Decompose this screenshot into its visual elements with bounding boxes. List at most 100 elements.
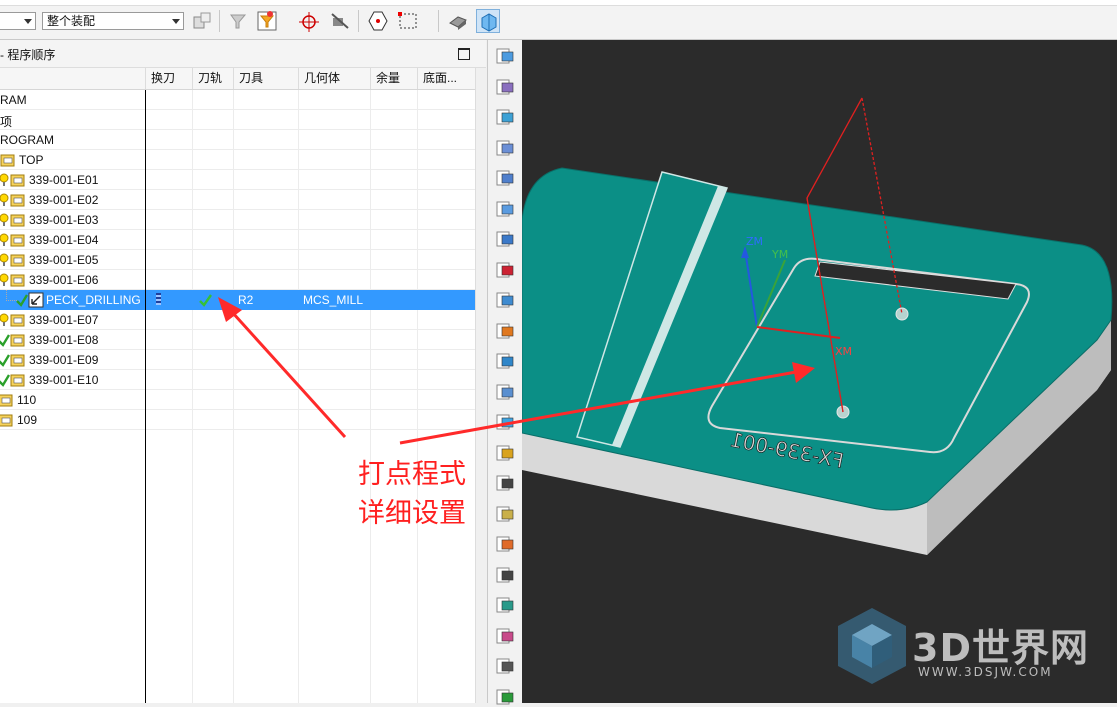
render-mode-icon[interactable] [476, 9, 500, 33]
row-name: PECK_DRILLING [46, 293, 141, 307]
create-program-icon[interactable] [495, 46, 515, 66]
column-tool[interactable]: 刀具 [233, 68, 298, 89]
assembly-scope-combo[interactable]: 整个装配 [42, 12, 184, 30]
selection-box-icon[interactable] [396, 9, 420, 33]
edit-icon[interactable] [495, 290, 515, 310]
program-folder-icon [10, 334, 25, 347]
create-tool-icon[interactable] [495, 77, 515, 97]
operation-row-selected[interactable]: PECK_DRILLING R2 MCS_MILL [0, 290, 475, 310]
tree-row[interactable]: 339-001-E01 [0, 170, 475, 190]
tree-row[interactable]: 339-001-E03 [0, 210, 475, 230]
drill-operation-icon [28, 292, 44, 308]
watermark-text: 3D世界网 [912, 626, 1089, 670]
tree-row[interactable]: 339-001-E04 [0, 230, 475, 250]
list-icon[interactable] [495, 626, 515, 646]
row-name: RAM [0, 93, 27, 107]
tool-path-icon[interactable] [495, 229, 515, 249]
grid-icon[interactable] [495, 412, 515, 432]
toolbar-separator [358, 10, 359, 32]
tree-row[interactable]: 项 [0, 110, 475, 130]
tree-row[interactable]: 339-001-E06 [0, 270, 475, 290]
row-name: 339-001-E09 [29, 353, 99, 367]
view-icon[interactable] [328, 9, 352, 33]
axis-x-label: XM [835, 345, 852, 358]
tree-row[interactable]: 109 [0, 410, 475, 430]
watermark-logo-icon [838, 608, 906, 684]
chevron-down-icon [172, 19, 180, 24]
row-name: 339-001-E05 [29, 253, 99, 267]
mold-icon[interactable] [495, 595, 515, 615]
column-tool-change[interactable]: 换刀 [145, 68, 192, 89]
text-icon[interactable] [495, 473, 515, 493]
row-name: 339-001-E02 [29, 193, 99, 207]
page-icon[interactable] [495, 565, 515, 585]
tree-column-divider [145, 90, 146, 703]
tree-row[interactable]: 110 [0, 390, 475, 410]
assembly-icon[interactable] [190, 9, 214, 33]
toolbar-separator [438, 10, 439, 32]
shop-doc-icon[interactable] [495, 382, 515, 402]
part-model: FX-339-001 ZM YM XM [522, 97, 1113, 555]
printer-icon[interactable] [495, 656, 515, 676]
vertical-scrollbar[interactable] [475, 68, 487, 703]
program-folder-icon [0, 414, 13, 427]
annotation-callout: 打点程式 详细设置 [358, 455, 466, 533]
create-method-icon[interactable] [495, 138, 515, 158]
assembly-scope-value: 整个装配 [47, 14, 96, 28]
column-floor[interactable]: 底面... [417, 68, 475, 89]
row-name: 109 [17, 413, 38, 427]
graphics-viewport[interactable]: FX-339-001 ZM YM XM [522, 40, 1117, 703]
tree-row[interactable]: 339-001-E08 [0, 330, 475, 350]
tree-row[interactable]: ROGRAM [0, 130, 475, 150]
tree-row[interactable]: TOP [0, 150, 475, 170]
column-stock[interactable]: 余量 [370, 68, 417, 89]
program-folder-icon [0, 394, 13, 407]
point-icon[interactable] [366, 9, 390, 33]
shade-icon[interactable] [446, 9, 470, 33]
filter-icon[interactable] [255, 9, 279, 33]
pencil-icon[interactable] [495, 504, 515, 524]
main-toolbar: 整个装配 [0, 0, 1117, 40]
row-name: 339-001-E06 [29, 273, 99, 287]
copy-icon[interactable] [495, 199, 515, 219]
refresh-icon[interactable] [495, 687, 515, 707]
tree-row[interactable]: 339-001-E07 [0, 310, 475, 330]
create-geometry-icon[interactable] [495, 107, 515, 127]
clipboard-icon[interactable] [495, 443, 515, 463]
warning-bulb-icon [0, 193, 9, 206]
check-icon [16, 294, 28, 307]
tree-row[interactable]: 339-001-E10 [0, 370, 475, 390]
program-folder-icon [10, 314, 25, 327]
program-folder-icon [10, 234, 25, 247]
paste-icon[interactable] [495, 534, 515, 554]
create-operation-icon[interactable] [495, 168, 515, 188]
program-folder-icon [10, 214, 25, 227]
column-header: 换刀 刀轨 刀具 几何体 余量 底面... [0, 68, 475, 90]
tree-connector [6, 290, 17, 301]
snap-point-icon[interactable] [296, 9, 320, 33]
column-geometry[interactable]: 几何体 [298, 68, 370, 89]
postprocess-icon[interactable] [495, 321, 515, 341]
tree-row[interactable]: RAM [0, 90, 475, 110]
tree-row[interactable]: 339-001-E02 [0, 190, 475, 210]
warning-bulb-icon [0, 213, 9, 226]
program-folder-icon [10, 254, 25, 267]
row-name: 339-001-E10 [29, 373, 99, 387]
check-icon [0, 354, 10, 367]
verify-icon[interactable] [495, 260, 515, 280]
check-icon [0, 374, 10, 387]
tree-row[interactable]: 339-001-E05 [0, 250, 475, 270]
axis-z-label: ZM [746, 235, 763, 248]
check-icon [0, 334, 10, 347]
column-toolpath[interactable]: 刀轨 [192, 68, 233, 89]
ribbon-edge [0, 0, 1117, 6]
ship-icon[interactable] [495, 351, 515, 371]
navigator-title: - 程序顺序 [0, 48, 56, 62]
warning-bulb-icon [0, 173, 9, 186]
tree-row[interactable]: 339-001-E09 [0, 350, 475, 370]
selection-filter-combo[interactable] [0, 12, 36, 30]
row-name: 339-001-E08 [29, 333, 99, 347]
select-filter-icon[interactable] [226, 9, 250, 33]
maximize-icon[interactable] [458, 48, 470, 60]
row-name: 339-001-E07 [29, 313, 99, 327]
